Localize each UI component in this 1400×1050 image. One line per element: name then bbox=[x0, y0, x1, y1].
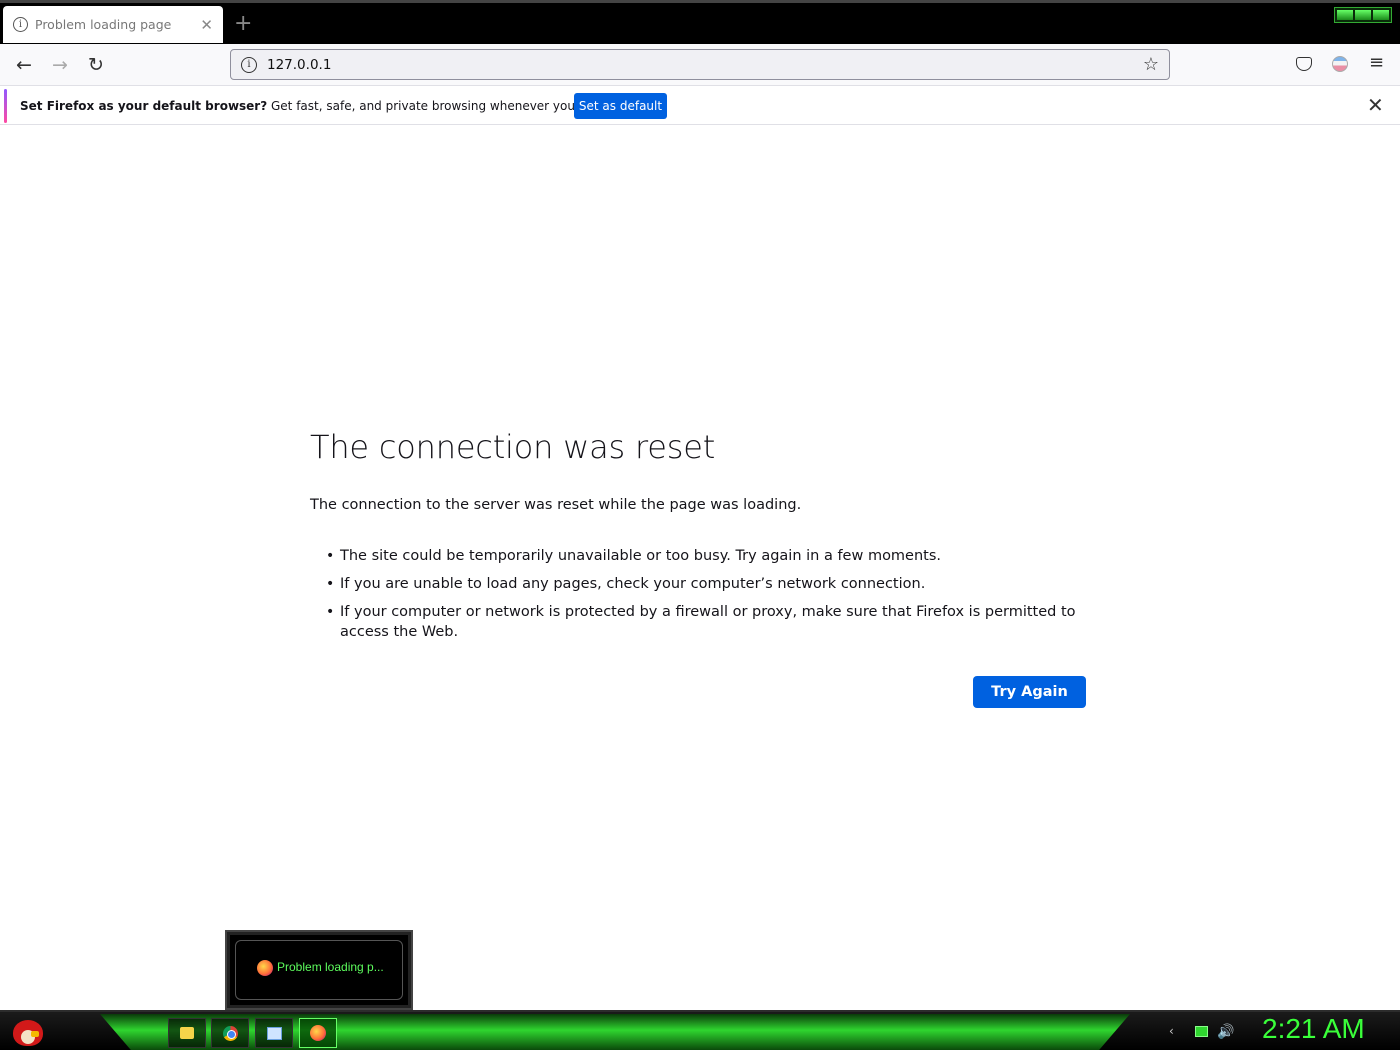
firefox-icon bbox=[257, 960, 273, 976]
default-browser-notification: Set Firefox as your default browser? Get… bbox=[0, 87, 1400, 125]
taskbar-file-explorer[interactable] bbox=[168, 1018, 206, 1048]
tab-title: Problem loading page bbox=[35, 17, 172, 32]
tab-strip: i Problem loading page ✕ + bbox=[0, 0, 1400, 44]
close-notification-icon[interactable]: ✕ bbox=[1367, 93, 1384, 117]
navigation-toolbar: ← → ↻ i 127.0.0.1 ☆ ≡ bbox=[0, 44, 1400, 86]
pocket-icon[interactable] bbox=[1296, 57, 1312, 71]
start-button[interactable] bbox=[10, 1014, 46, 1050]
hamburger-menu-icon[interactable]: ≡ bbox=[1369, 52, 1384, 73]
window-controls[interactable] bbox=[1334, 7, 1392, 23]
site-info-icon[interactable]: i bbox=[241, 56, 257, 73]
notification-accent bbox=[4, 89, 7, 123]
error-description: The connection to the server was reset w… bbox=[310, 497, 802, 513]
url-bar[interactable]: i 127.0.0.1 ☆ bbox=[230, 49, 1170, 80]
url-text[interactable]: 127.0.0.1 bbox=[267, 57, 1143, 73]
try-again-button[interactable]: Try Again bbox=[973, 676, 1086, 708]
tray-chevron-icon[interactable]: ‹ bbox=[1169, 1024, 1174, 1038]
set-as-default-button[interactable]: Set as default bbox=[574, 93, 667, 119]
suggestion-item: If your computer or network is protected… bbox=[310, 602, 1090, 642]
suggestion-item: The site could be temporarily unavailabl… bbox=[310, 546, 1090, 566]
volume-icon[interactable]: 🔊 bbox=[1217, 1024, 1234, 1040]
taskbar-chrome[interactable] bbox=[211, 1018, 249, 1048]
forward-icon[interactable]: → bbox=[47, 53, 73, 77]
reload-icon[interactable]: ↻ bbox=[83, 53, 109, 77]
new-tab-button[interactable]: + bbox=[234, 12, 252, 36]
close-window-icon[interactable] bbox=[1373, 10, 1389, 20]
tab-problem-loading[interactable]: i Problem loading page ✕ bbox=[3, 6, 223, 43]
info-icon: i bbox=[13, 17, 28, 32]
taskbar-thumbnail-preview[interactable]: Problem loading p... bbox=[225, 930, 413, 1010]
account-avatar-icon[interactable] bbox=[1332, 56, 1348, 72]
maximize-icon[interactable] bbox=[1355, 10, 1371, 20]
thumbnail-label: Problem loading p... bbox=[277, 960, 384, 974]
minimize-icon[interactable] bbox=[1337, 10, 1353, 20]
taskbar: ‹ 🔊 2:21 AM bbox=[0, 1010, 1400, 1050]
chrome-icon bbox=[222, 1025, 238, 1041]
firefox-icon bbox=[310, 1025, 326, 1041]
notification-text: Set Firefox as your default browser? Get… bbox=[20, 99, 656, 113]
folder-icon bbox=[180, 1027, 194, 1039]
taskbar-explorer-window[interactable] bbox=[255, 1018, 293, 1048]
close-tab-icon[interactable]: ✕ bbox=[200, 16, 213, 34]
error-title: The connection was reset bbox=[310, 428, 716, 466]
explorer-icon bbox=[266, 1026, 282, 1040]
error-suggestions: The site could be temporarily unavailabl… bbox=[310, 546, 1090, 650]
bookmark-star-icon[interactable]: ☆ bbox=[1143, 54, 1159, 75]
angry-bird-start-icon bbox=[13, 1020, 43, 1046]
network-icon[interactable] bbox=[1195, 1026, 1208, 1037]
suggestion-item: If you are unable to load any pages, che… bbox=[310, 574, 1090, 594]
taskbar-firefox[interactable] bbox=[299, 1018, 337, 1048]
taskbar-clock[interactable]: 2:21 AM bbox=[1262, 1013, 1365, 1045]
back-icon[interactable]: ← bbox=[11, 53, 37, 77]
